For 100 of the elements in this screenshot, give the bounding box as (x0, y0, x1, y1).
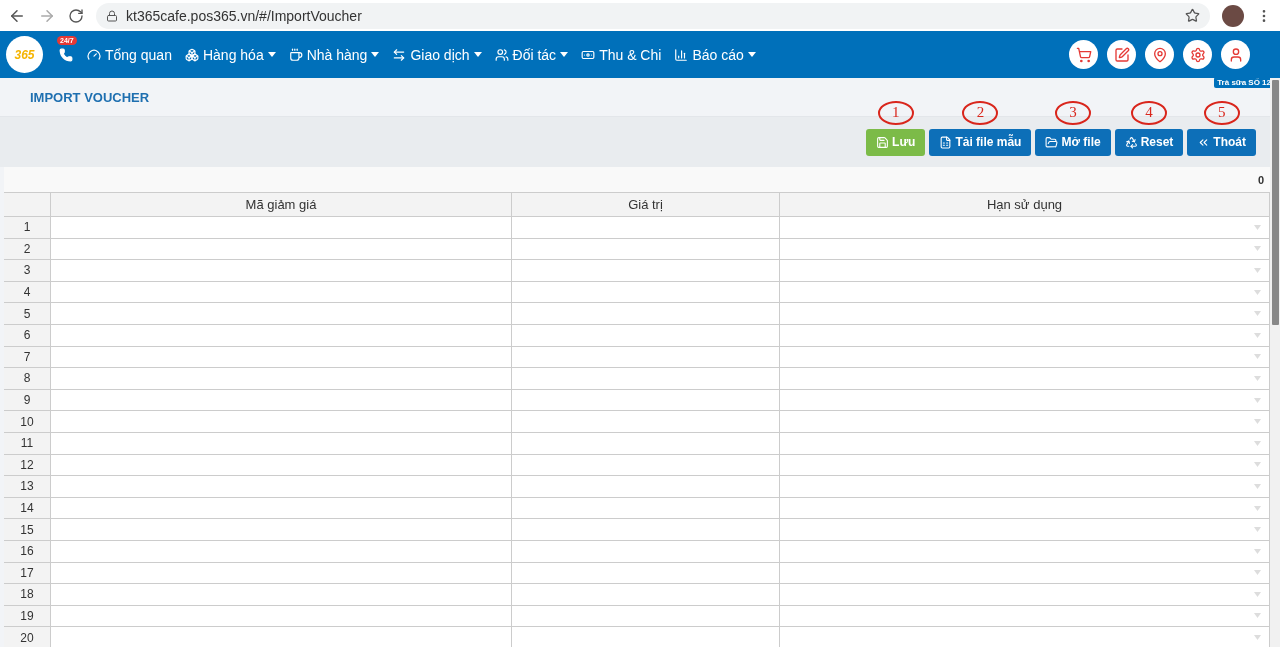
profile-avatar[interactable] (1222, 4, 1244, 27)
table-cell[interactable] (780, 497, 1270, 520)
table-cell[interactable] (780, 432, 1270, 455)
table-cell[interactable] (512, 281, 780, 304)
table-cell[interactable] (51, 497, 512, 520)
nav-menu-item[interactable]: Hàng hóa (184, 46, 276, 63)
dropdown-caret-icon[interactable] (1254, 375, 1261, 381)
table-cell[interactable] (51, 238, 512, 261)
nav-menu-item[interactable]: Thu & Chi (581, 46, 662, 63)
dropdown-caret-icon[interactable] (1254, 591, 1261, 597)
table-cell[interactable] (512, 605, 780, 628)
dropdown-caret-icon[interactable] (1254, 613, 1261, 619)
dropdown-caret-icon[interactable] (1254, 224, 1261, 230)
table-cell[interactable] (512, 497, 780, 520)
table-cell[interactable] (780, 605, 1270, 628)
table-cell[interactable] (51, 605, 512, 628)
table-cell[interactable] (512, 346, 780, 369)
table-cell[interactable] (512, 584, 780, 606)
table-cell[interactable] (51, 217, 512, 239)
table-cell[interactable] (780, 303, 1270, 325)
table-cell[interactable] (51, 454, 512, 477)
table-cell[interactable] (512, 476, 780, 498)
table-cell[interactable] (512, 432, 780, 455)
cart-button[interactable] (1069, 40, 1098, 69)
dropdown-caret-icon[interactable] (1254, 332, 1261, 338)
nav-menu-item[interactable]: Giao dịch (392, 46, 482, 63)
nav-menu-item[interactable]: Báo cáo (674, 46, 756, 63)
table-cell[interactable] (51, 519, 512, 541)
table-cell[interactable] (780, 411, 1270, 433)
table-cell[interactable] (51, 432, 512, 455)
row-number: 7 (4, 346, 51, 369)
table-cell[interactable] (512, 411, 780, 433)
dropdown-caret-icon[interactable] (1254, 397, 1261, 403)
table-cell[interactable] (512, 303, 780, 325)
table-cell[interactable] (780, 476, 1270, 498)
table-cell[interactable] (512, 238, 780, 261)
table-cell[interactable] (512, 389, 780, 412)
table-cell[interactable] (780, 346, 1270, 369)
table-cell[interactable] (51, 540, 512, 563)
table-cell[interactable] (780, 562, 1270, 585)
table-cell[interactable] (512, 562, 780, 585)
table-cell[interactable] (512, 217, 780, 239)
dropdown-caret-icon[interactable] (1254, 246, 1261, 252)
edit-button[interactable] (1107, 40, 1136, 69)
dropdown-caret-icon[interactable] (1254, 505, 1261, 511)
table-cell[interactable] (780, 389, 1270, 412)
table-cell[interactable] (512, 324, 780, 347)
settings-button[interactable] (1183, 40, 1212, 69)
table-cell[interactable] (51, 476, 512, 498)
nav-menu-item[interactable]: Tổng quan (87, 46, 172, 63)
dropdown-caret-icon[interactable] (1254, 548, 1261, 554)
table-cell[interactable] (51, 368, 512, 390)
dropdown-caret-icon[interactable] (1254, 354, 1261, 360)
table-cell[interactable] (512, 540, 780, 563)
table-cell[interactable] (51, 346, 512, 369)
action-button[interactable]: Thoát (1187, 128, 1256, 156)
action-button[interactable]: Tải file mẫu (929, 128, 1032, 156)
table-cell[interactable] (780, 260, 1270, 282)
location-pin-button[interactable] (1145, 40, 1174, 69)
dropdown-caret-icon[interactable] (1254, 527, 1261, 533)
table-cell[interactable] (512, 454, 780, 477)
dropdown-caret-icon[interactable] (1254, 483, 1261, 489)
dropdown-caret-icon[interactable] (1254, 311, 1261, 317)
dropdown-caret-icon[interactable] (1254, 462, 1261, 468)
phone-icon[interactable] (59, 47, 73, 62)
dropdown-caret-icon[interactable] (1254, 440, 1261, 446)
table-cell[interactable] (512, 519, 780, 541)
table-cell[interactable] (51, 324, 512, 347)
table-cell[interactable] (51, 281, 512, 304)
table-cell[interactable] (780, 540, 1270, 563)
nav-menu-item[interactable]: Nhà hàng (288, 46, 380, 63)
table-cell[interactable] (51, 389, 512, 412)
nav-menu-item[interactable]: Đối tác (494, 46, 569, 63)
address-bar[interactable]: kt365cafe.pos365.vn/#/ImportVoucher (96, 2, 1210, 29)
dropdown-caret-icon[interactable] (1254, 419, 1261, 425)
table-cell[interactable] (512, 368, 780, 390)
dropdown-caret-icon[interactable] (1254, 289, 1261, 295)
table-cell[interactable] (780, 454, 1270, 477)
table-cell[interactable] (512, 260, 780, 282)
table-cell[interactable] (51, 584, 512, 606)
scrollbar-thumb[interactable] (1271, 80, 1279, 325)
dropdown-caret-icon[interactable] (1254, 570, 1261, 576)
table-cell[interactable] (780, 584, 1270, 606)
table-cell[interactable] (780, 281, 1270, 304)
table-cell[interactable] (51, 260, 512, 282)
dropdown-caret-icon[interactable] (1254, 268, 1261, 273)
table-cell[interactable] (51, 303, 512, 325)
table-cell[interactable] (51, 562, 512, 585)
dropdown-caret-icon[interactable] (1254, 635, 1261, 641)
bookmark-star-icon[interactable] (1185, 8, 1200, 23)
table-cell[interactable] (780, 519, 1270, 541)
table-cell[interactable] (51, 411, 512, 433)
user-button[interactable] (1221, 40, 1250, 69)
table-cell[interactable] (780, 238, 1270, 261)
table-cell[interactable] (780, 324, 1270, 347)
action-button[interactable]: Reset (1114, 128, 1184, 156)
reload-icon[interactable] (68, 7, 84, 24)
table-cell[interactable] (780, 368, 1270, 390)
table-cell[interactable] (780, 217, 1270, 239)
action-button[interactable]: Mở file (1035, 128, 1111, 156)
